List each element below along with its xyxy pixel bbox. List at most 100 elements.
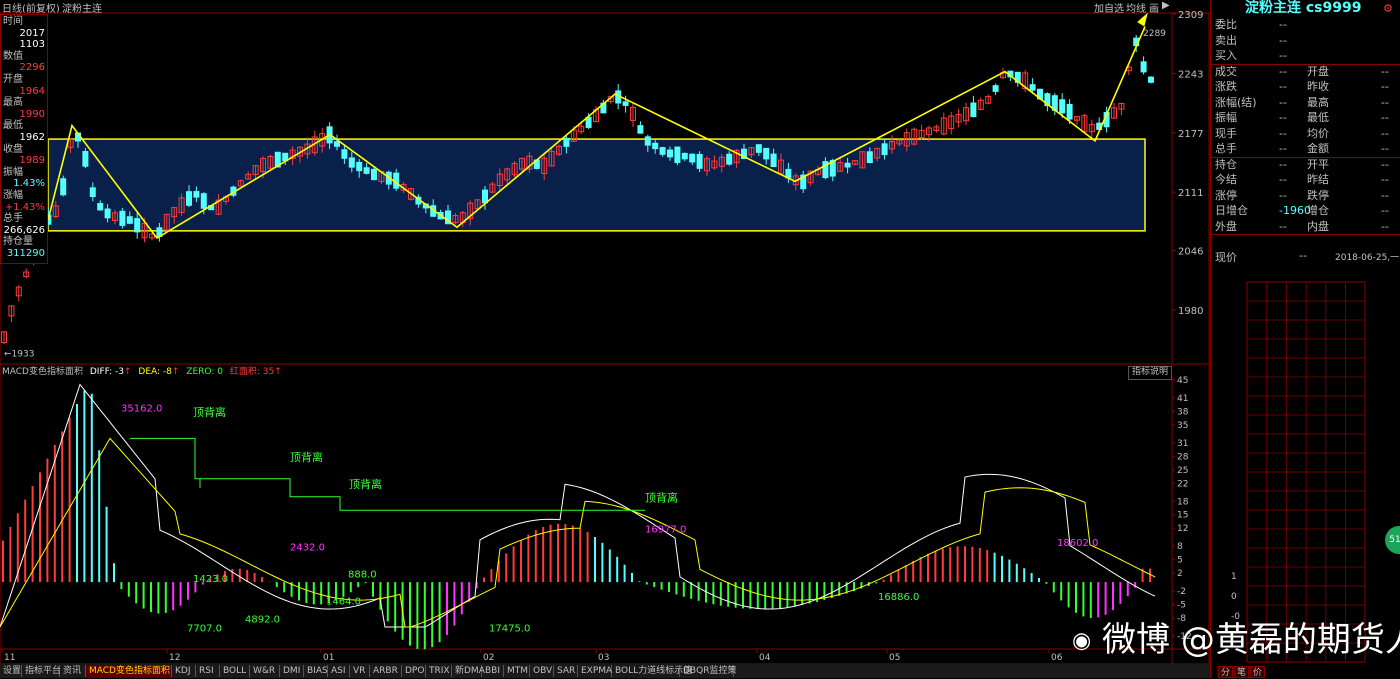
quote-row-mid-2: 涨幅(结) -- 最高 --	[1215, 95, 1389, 109]
info-box-line: 时间	[3, 16, 23, 27]
date-label: 11	[4, 653, 15, 663]
macd-tick-label: -5	[1177, 601, 1186, 611]
date-label: 04	[759, 653, 771, 663]
tab-22[interactable]: DBQR监控策	[680, 665, 736, 677]
candle-body	[1140, 61, 1147, 73]
macd-tick-label: 38	[1177, 407, 1189, 417]
divergence-label: 顶背离	[290, 450, 323, 464]
tab-14[interactable]: TRIX	[426, 665, 452, 677]
date-label: 02	[483, 653, 494, 663]
tab-16[interactable]: BBI	[482, 665, 504, 677]
right-tab-0[interactable]: 分	[1218, 666, 1233, 678]
candle-body	[667, 149, 673, 158]
price-chart[interactable]: 2309224321772111204619802289←1933 顶背离顶背离…	[0, 0, 1210, 678]
area-value-label: 35162.0	[121, 403, 162, 414]
candle-body	[97, 203, 104, 211]
candle-body	[119, 210, 126, 226]
price-channel-box	[47, 138, 1146, 232]
weibo-icon: ◉	[1072, 628, 1092, 654]
candle-body	[844, 162, 851, 168]
candle-body	[1066, 103, 1073, 120]
tab-5[interactable]: RSI	[196, 665, 220, 677]
macd-tick-label: -2	[1177, 587, 1186, 597]
mini-chart: 10-0	[1231, 281, 1366, 663]
macd-axis-labels: 4541383531282522181512852-2-5-8-1211 12 01…	[1, 376, 1192, 663]
tab-11[interactable]: VR	[350, 665, 370, 677]
indicator-help-button[interactable]: 指标说明	[1128, 366, 1173, 380]
tab-8[interactable]: DMI	[280, 665, 304, 677]
tab-18[interactable]: OBV	[530, 665, 554, 677]
info-box-line: 1103	[19, 39, 45, 51]
candle-body	[363, 167, 370, 174]
candle-body	[970, 102, 977, 118]
divergence-label: 顶背离	[193, 405, 226, 419]
area-value-label: 1423.0	[193, 574, 228, 585]
candle-body	[1148, 76, 1154, 83]
tab-15[interactable]: 新DMA	[452, 665, 485, 677]
info-box-line: 2296	[19, 62, 45, 74]
tab-2[interactable]: 资讯	[60, 665, 86, 677]
tab-17[interactable]: MTM	[504, 665, 530, 677]
weibo-watermark: ◉ 微博 @黄磊的期货人生	[1072, 617, 1400, 663]
right-tab-2[interactable]: 价	[1250, 666, 1265, 678]
candle-body	[770, 153, 777, 168]
mini-axis-label: 0	[1231, 592, 1237, 602]
info-box-line: 1989	[19, 155, 45, 167]
macd-tick-label: 18	[1177, 497, 1189, 507]
candle-body	[341, 149, 348, 159]
scroll-dots[interactable]	[1393, 48, 1399, 156]
candle-body	[82, 151, 89, 167]
price-tick-label: 2243	[1178, 69, 1203, 80]
quote-row-low-2: 涨停 -- 跌停 --	[1215, 188, 1389, 202]
macd-tick-label: 25	[1177, 466, 1188, 476]
info-box-line: 2017	[19, 27, 45, 39]
macd-tick-label: 28	[1177, 452, 1189, 462]
candle-body	[200, 193, 207, 209]
candle-body	[881, 143, 888, 156]
right-tab-1[interactable]: 笔	[1234, 666, 1249, 678]
candle-body	[674, 146, 681, 164]
high-marker: 2289	[1143, 29, 1166, 39]
mini-axis-label: 1	[1231, 572, 1237, 582]
divergence-label: 顶背离	[349, 477, 382, 491]
candle-body	[696, 153, 703, 169]
info-box-line: 振幅	[3, 166, 23, 178]
tab-20[interactable]: EXPMA	[578, 665, 612, 677]
candle-body	[1059, 99, 1066, 114]
tab-4[interactable]: KDJ	[172, 665, 196, 677]
tab-0[interactable]: 设置	[0, 665, 22, 677]
info-box-line: 266,626	[3, 224, 45, 236]
tab-10[interactable]: ASI	[328, 665, 350, 677]
info-box-line: 涨幅	[3, 190, 23, 201]
candle-body	[1029, 84, 1036, 91]
tab-6[interactable]: BOLL	[220, 665, 250, 677]
macd-tick-label: 12	[1177, 524, 1188, 534]
info-box-line: 持仓量	[3, 236, 33, 248]
macd-name[interactable]: MACD变色指标面积	[2, 367, 83, 377]
info-box-line: 1964	[19, 85, 45, 97]
tab-19[interactable]: SAR	[554, 665, 578, 677]
price-tick-label: 2046	[1178, 247, 1203, 258]
tab-9[interactable]: BIAS	[304, 665, 328, 677]
candle-body	[644, 136, 651, 146]
candle-body	[334, 141, 340, 147]
candle-body	[992, 85, 999, 92]
macd-tick-label: 15	[1177, 511, 1188, 521]
tab-7[interactable]: W&R	[250, 665, 280, 677]
info-box-line: 总手	[3, 213, 23, 225]
tab-3[interactable]: MACD变色指标面积	[86, 665, 172, 677]
tab-1[interactable]: 指标平台	[22, 665, 61, 677]
macd-tick-label: 41	[1177, 394, 1188, 404]
tab-12[interactable]: ARBR	[370, 665, 402, 677]
candle-body	[134, 218, 141, 233]
watermark-text: 微博 @黄磊的期货人生	[1102, 620, 1400, 660]
candle-body	[371, 168, 377, 181]
divergence-label: 顶背离	[645, 490, 678, 504]
settings-gear-icon[interactable]: ⚙	[1383, 2, 1393, 15]
macd-red-area: 红面积: 35	[229, 367, 275, 377]
price-tick-label: 1980	[1178, 306, 1203, 317]
date-label: 06	[1051, 653, 1063, 663]
tab-21[interactable]: BOLL力道线标示值	[612, 665, 692, 677]
candle-body	[866, 151, 873, 164]
tab-13[interactable]: DPO	[402, 665, 426, 677]
